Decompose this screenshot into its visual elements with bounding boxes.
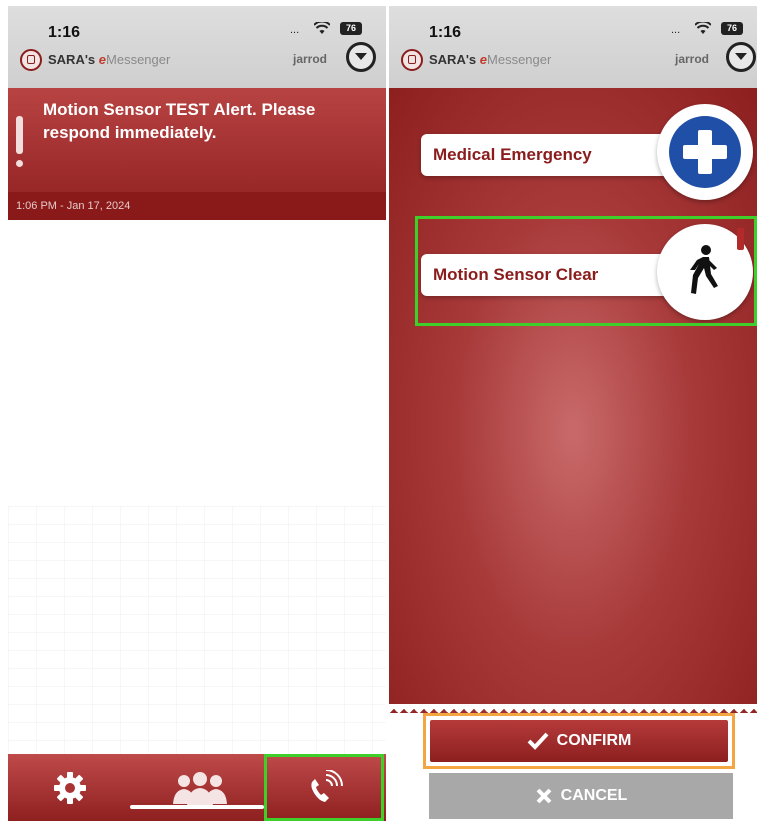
bottom-tab-bar	[8, 754, 386, 821]
option-label: Medical Emergency	[433, 145, 592, 164]
background-pattern	[8, 506, 386, 756]
app-title: SARA's eMessenger	[48, 52, 171, 67]
tab-call[interactable]	[264, 754, 384, 821]
exclamation-icon	[16, 116, 23, 154]
status-time: 1:16	[429, 24, 462, 41]
people-icon	[173, 771, 227, 806]
app-logo-icon	[401, 49, 423, 71]
account-menu-button[interactable]	[726, 42, 756, 72]
alert-screen: 1:16 ... 76 SARA's eMessenger jarrod Mot…	[8, 6, 386, 821]
status-time: 1:16	[48, 24, 81, 41]
account-menu-button[interactable]	[346, 42, 376, 72]
confirm-focus-ring: CONFIRM	[423, 713, 735, 769]
exclamation-dot	[16, 160, 23, 167]
wifi-icon	[694, 20, 712, 38]
selection-highlight	[415, 216, 757, 326]
wifi-icon	[313, 20, 331, 38]
alert-message: Motion Sensor TEST Alert. Please respond…	[43, 100, 316, 142]
battery-icon: 76	[721, 22, 743, 35]
status-header: 1:16 ... 76 SARA's eMessenger jarrod	[8, 6, 386, 88]
signal-icon: ...	[290, 24, 300, 36]
tab-settings[interactable]	[8, 754, 132, 821]
tab-contacts[interactable]	[138, 754, 262, 821]
status-header: 1:16 ... 76 SARA's eMessenger jarrod	[389, 6, 757, 88]
option-pill: Medical Emergency	[421, 134, 681, 176]
response-screen: 1:16 ... 76 SARA's eMessenger jarrod Med…	[389, 6, 757, 821]
option-medical-emergency[interactable]: Medical Emergency	[421, 104, 753, 204]
alert-timestamp: 1:06 PM - Jan 17, 2024	[8, 192, 386, 220]
option-icon-circle	[657, 104, 753, 200]
battery-icon: 76	[340, 22, 362, 35]
username: jarrod	[675, 52, 710, 66]
username: jarrod	[293, 52, 328, 66]
home-indicator	[130, 805, 264, 809]
confirm-label: CONFIRM	[556, 732, 632, 749]
cancel-button[interactable]: CANCEL	[429, 773, 733, 819]
phone-signal-icon	[311, 769, 343, 802]
app-title: SARA's eMessenger	[429, 52, 552, 67]
confirm-button[interactable]: CONFIRM	[430, 720, 728, 762]
close-icon	[536, 788, 552, 804]
checkmark-icon	[527, 732, 549, 750]
app-logo-icon	[20, 49, 42, 71]
medical-cross-icon	[669, 116, 741, 188]
gear-icon	[54, 771, 86, 804]
signal-icon: ...	[671, 24, 681, 36]
cancel-label: CANCEL	[560, 787, 628, 804]
alert-card[interactable]: Motion Sensor TEST Alert. Please respond…	[8, 88, 386, 220]
